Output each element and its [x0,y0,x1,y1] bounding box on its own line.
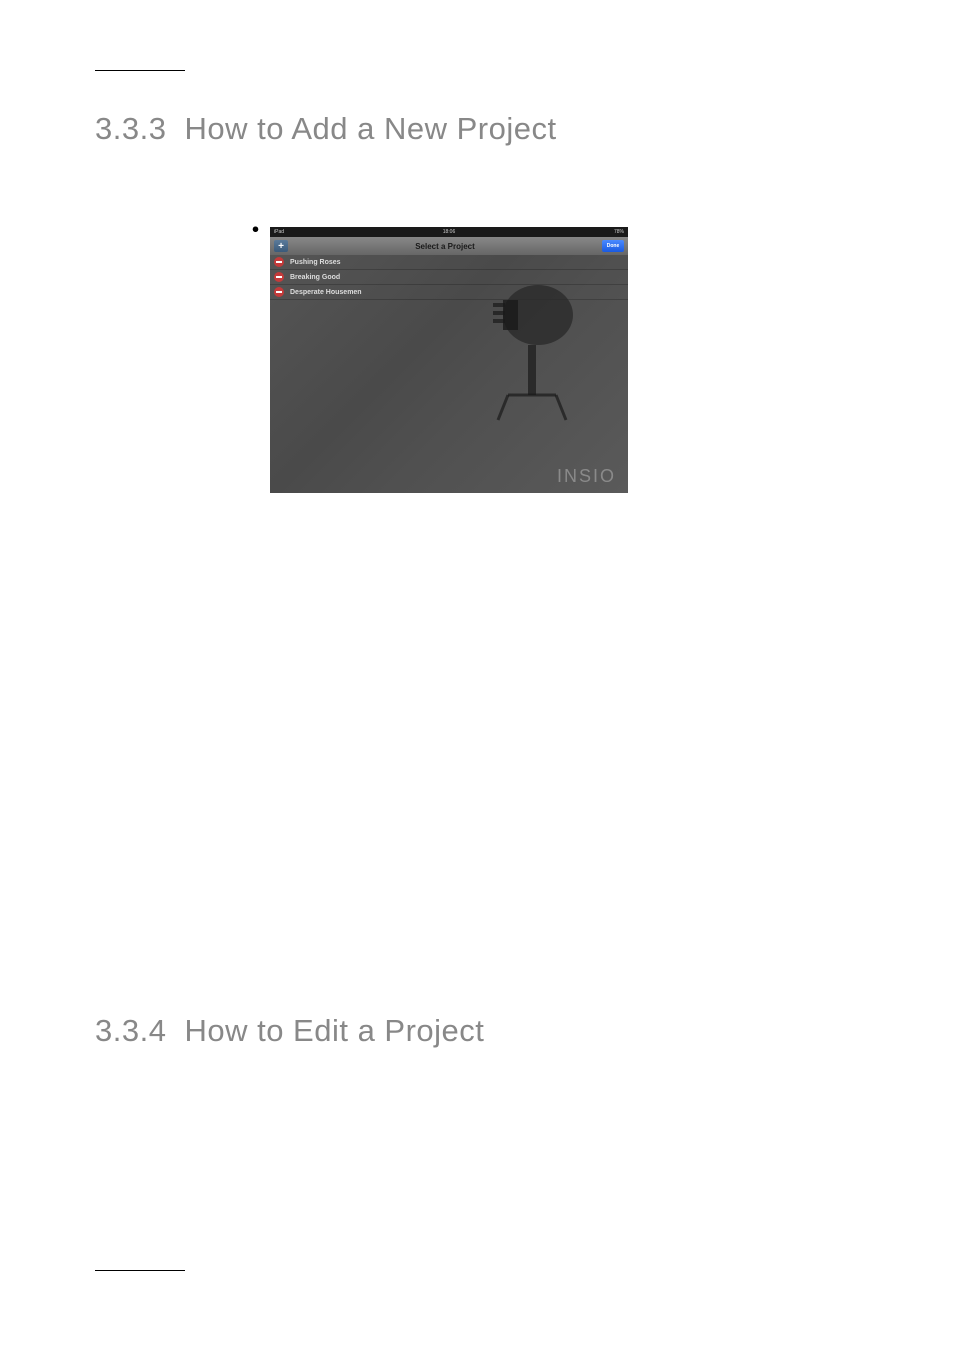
statusbar-battery: 78% [614,229,624,235]
ipad-content-area: Pushing Roses Breaking Good Desperate Ho… [270,255,628,493]
done-label: Done [607,243,620,249]
ipad-status-bar: iPad 18:06 78% [270,227,628,237]
section-heading-333: 3.3.3 How to Add a New Project [95,111,859,147]
statusbar-device: iPad [274,229,284,235]
statusbar-time: 18:06 [443,229,456,235]
top-horizontal-rule [95,70,185,71]
delete-icon[interactable] [274,287,284,297]
navbar-title: Select a Project [415,242,475,251]
section-title: How to Add a New Project [184,111,556,146]
ipad-screenshot: iPad 18:06 78% + Select a Project Done P… [270,227,628,493]
add-project-button[interactable]: + [274,240,288,252]
project-name: Breaking Good [290,274,340,281]
section-number: 3.3.4 [95,1013,166,1048]
ipad-nav-bar: + Select a Project Done [270,237,628,255]
delete-icon[interactable] [274,272,284,282]
delete-icon[interactable] [274,257,284,267]
project-name: Desperate Housemen [290,289,362,296]
section-heading-334: 3.3.4 How to Edit a Project [95,1013,859,1049]
bottom-horizontal-rule [95,1270,185,1271]
spotlight-image [448,265,598,425]
figure-container: iPad 18:06 78% + Select a Project Done P… [270,227,859,493]
project-name: Pushing Roses [290,259,341,266]
section-title: How to Edit a Project [184,1013,484,1048]
insio-logo: INSIO [557,466,616,487]
done-button[interactable]: Done [602,240,624,252]
section-number: 3.3.3 [95,111,166,146]
plus-icon: + [278,241,284,252]
